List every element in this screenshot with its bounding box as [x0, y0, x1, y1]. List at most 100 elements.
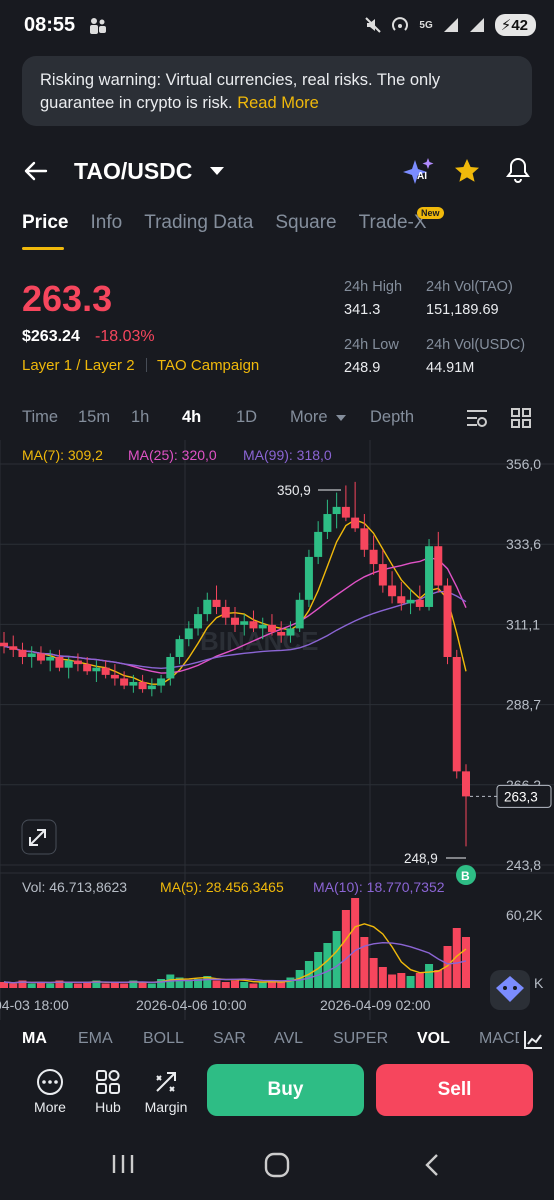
- tf-4h[interactable]: 4h: [182, 408, 201, 427]
- buy-button[interactable]: Buy: [207, 1064, 364, 1116]
- candle-body: [55, 656, 64, 668]
- ind-tab-boll[interactable]: BOLL: [143, 1030, 184, 1048]
- tf-15m[interactable]: 15m: [78, 408, 110, 427]
- last-price: 263.3: [22, 278, 113, 319]
- ind-tab-ema[interactable]: EMA: [78, 1030, 113, 1048]
- ind-tab-super[interactable]: SUPER: [333, 1030, 388, 1048]
- status-icons: 5G ⚡42: [365, 14, 536, 36]
- candles: [0, 481, 470, 847]
- volume-bar: [240, 982, 249, 988]
- ind-tab-sar[interactable]: SAR: [213, 1030, 246, 1048]
- hub-icon: [96, 1070, 120, 1094]
- vol-tick-1: 60,2K: [506, 907, 543, 923]
- hub-action[interactable]: Hub: [78, 1068, 138, 1115]
- ind-tab-macd[interactable]: MACD: [479, 1030, 519, 1048]
- volume-bar: [360, 937, 369, 988]
- volume-bar: [120, 983, 129, 988]
- high-marker: 350,9: [277, 483, 341, 498]
- candle-body: [369, 549, 378, 565]
- volume-bar: [341, 910, 350, 988]
- vol-tao-value: 151,189.69: [426, 302, 499, 318]
- favorite-star-icon[interactable]: [453, 157, 481, 185]
- signal-r-icon: [469, 18, 484, 32]
- bell-icon[interactable]: [505, 156, 531, 184]
- candle-body: [406, 599, 415, 604]
- tab-square[interactable]: Square: [275, 212, 336, 234]
- vol-ma10-line: [3, 941, 467, 984]
- margin-action[interactable]: Margin: [136, 1068, 196, 1115]
- volume-bar: [249, 983, 258, 988]
- ai-icon[interactable]: AI: [402, 156, 436, 186]
- volume-bar: [406, 976, 415, 988]
- chart-settings-icon[interactable]: [465, 407, 489, 429]
- candle-body: [452, 656, 461, 772]
- volume-bar: [415, 973, 424, 988]
- candle-body: [147, 685, 156, 690]
- ind-tab-avl[interactable]: AVL: [274, 1030, 303, 1048]
- candle-body: [267, 624, 276, 632]
- vol-tick-2: K: [534, 975, 544, 991]
- candle-body: [46, 656, 55, 661]
- recent-apps-icon[interactable]: [110, 1152, 136, 1176]
- high-value: 341.3: [344, 302, 381, 318]
- candle-body: [129, 682, 138, 686]
- candle-body: [0, 642, 8, 647]
- vol-usdc-label: 24h Vol(USDC): [426, 337, 526, 353]
- x-label-3: 2026-04-09 02:00: [320, 997, 431, 1013]
- assistant-bot-icon: [490, 970, 530, 1010]
- ind-tab-vol[interactable]: VOL: [417, 1030, 450, 1048]
- low-value: 248.9: [344, 360, 381, 376]
- tab-info[interactable]: Info: [90, 212, 122, 234]
- candlestick-chart[interactable]: BINANCE 356,0333,6311,1288,7266,2243,8 M…: [0, 440, 554, 1020]
- pair-title[interactable]: TAO/USDC: [74, 158, 192, 185]
- ind-tab-ma[interactable]: MA: [22, 1030, 47, 1048]
- grid-layout-icon[interactable]: [510, 407, 532, 429]
- margin-label: Margin: [144, 1099, 188, 1115]
- volume-bar: [157, 979, 166, 988]
- tab-trading-data[interactable]: Trading Data: [144, 212, 253, 234]
- hotspot-icon: [392, 17, 409, 31]
- tab-trade-x[interactable]: Trade-X: [359, 212, 427, 234]
- tag-campaign[interactable]: TAO Campaign: [157, 357, 259, 374]
- candle-body: [378, 564, 387, 586]
- candle-body: [277, 631, 286, 636]
- candle-body: [110, 674, 119, 679]
- candle-body: [175, 639, 184, 657]
- candle-body: [83, 664, 92, 672]
- tf-1d[interactable]: 1D: [236, 408, 257, 427]
- read-more-link[interactable]: Read More: [237, 94, 319, 112]
- volume-bar: [378, 967, 387, 988]
- risk-warning-banner: Risking warning: Virtual currencies, rea…: [22, 56, 532, 126]
- chart-grid: [0, 440, 554, 1020]
- volume-bar: [434, 970, 443, 988]
- candle-body: [194, 614, 203, 629]
- volume-bar: [221, 982, 230, 988]
- volume-bar: [27, 983, 36, 988]
- high-label: 24h High: [344, 279, 403, 295]
- back-nav-icon[interactable]: [422, 1152, 442, 1178]
- tf-more[interactable]: More: [290, 408, 328, 427]
- volume-bars: [0, 898, 470, 988]
- more-action[interactable]: More: [20, 1068, 80, 1115]
- candle-body: [332, 506, 341, 515]
- tab-price[interactable]: Price: [22, 212, 68, 234]
- y-tick-label: 333,6: [506, 536, 541, 552]
- volume-bar: [397, 973, 406, 988]
- home-icon[interactable]: [263, 1151, 291, 1179]
- volume-bar: [46, 983, 55, 988]
- indicator-chart-icon[interactable]: [522, 1029, 544, 1051]
- vol-usdc-value: 44.91M: [426, 360, 475, 376]
- margin-icon: [156, 1072, 176, 1092]
- sell-button[interactable]: Sell: [376, 1064, 533, 1116]
- candle-body: [64, 660, 73, 668]
- tf-1h[interactable]: 1h: [131, 408, 149, 427]
- x-label-1: 04-03 18:00: [0, 997, 69, 1013]
- pair-dropdown-icon[interactable]: [208, 165, 226, 177]
- back-arrow-icon[interactable]: [22, 158, 50, 184]
- tf-depth[interactable]: Depth: [370, 408, 414, 427]
- candle-body: [166, 656, 175, 679]
- candle-body: [249, 621, 258, 629]
- tag-layer[interactable]: Layer 1 / Layer 2: [22, 357, 135, 374]
- volume-bar: [231, 980, 239, 988]
- tf-time[interactable]: Time: [22, 408, 58, 427]
